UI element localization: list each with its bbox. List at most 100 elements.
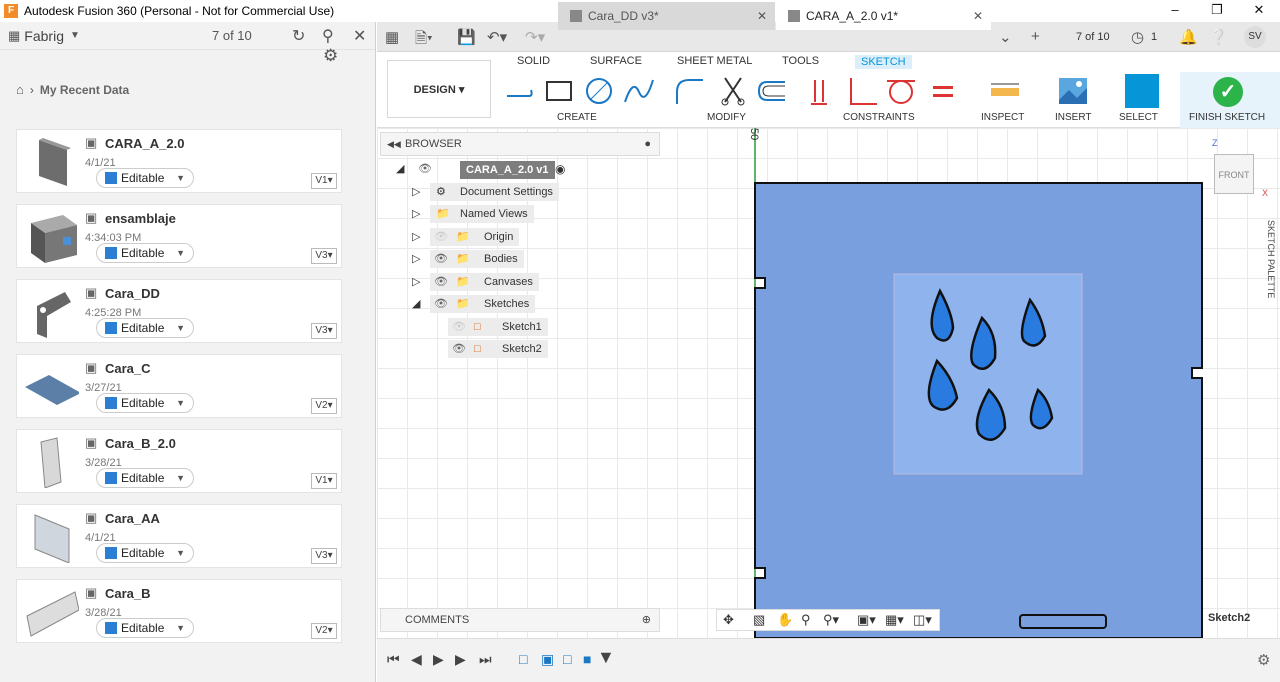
hidden-eye-icon[interactable]: 👁 (434, 228, 448, 246)
version-dropdown[interactable]: V2▾ (311, 398, 337, 414)
help-icon[interactable]: ❔ (1209, 28, 1228, 46)
home-icon[interactable]: ⌂ (16, 82, 24, 97)
expand-icon[interactable]: ▷ (412, 252, 420, 265)
save-icon[interactable]: 💾 (457, 28, 476, 46)
visibility-eye-icon[interactable]: 👁 (434, 295, 448, 313)
list-item[interactable]: ▣ Cara_B_2.0 3/28/21 Editable ▼ V1▾ (16, 429, 342, 493)
offset-icon[interactable] (755, 76, 787, 106)
refresh-icon[interactable]: ↻ (292, 26, 305, 46)
insert-image-icon[interactable] (1057, 76, 1089, 106)
version-dropdown[interactable]: V3▾ (311, 248, 337, 264)
file-menu-icon[interactable]: 🗎▾ (415, 28, 433, 53)
notifications-icon[interactable]: 🔔 (1179, 28, 1198, 46)
sketch-palette-tab[interactable]: SKETCH PALETTE (1258, 220, 1276, 320)
design-name[interactable]: ensamblaje (105, 211, 176, 226)
browser-item-origin[interactable]: 👁 📁 Origin (430, 228, 520, 246)
go-to-start-icon[interactable]: ⏮ (387, 651, 400, 668)
visibility-eye-icon[interactable]: 👁 (418, 162, 432, 175)
zoom-window-icon[interactable]: ⚲▾ (823, 612, 839, 628)
activate-radio-icon[interactable]: ◉ (555, 162, 565, 176)
browser-item-named-views[interactable]: 📁 Named Views (430, 205, 534, 223)
design-name[interactable]: Cara_B_2.0 (105, 436, 176, 451)
design-name[interactable]: Cara_B (105, 586, 151, 601)
viewcube[interactable]: FRONT (1214, 154, 1254, 194)
job-status-icon[interactable]: ◷ (1131, 28, 1144, 46)
timeline-extrude-icon[interactable]: ▣ (541, 651, 554, 668)
editable-dropdown[interactable]: Editable ▼ (96, 468, 194, 488)
tab-tools[interactable]: TOOLS (782, 55, 819, 67)
version-dropdown[interactable]: V1▾ (311, 173, 337, 189)
circle-icon[interactable] (583, 76, 615, 106)
editable-dropdown[interactable]: Editable ▼ (96, 243, 194, 263)
tab-solid[interactable]: SOLID (517, 55, 550, 67)
design-name[interactable]: Cara_DD (105, 286, 160, 301)
list-item[interactable]: ▣ CARA_A_2.0 4/1/21 Editable ▼ V1▾ (16, 129, 342, 193)
design-name[interactable]: CARA_A_2.0 (105, 136, 184, 151)
root-toggle-icon[interactable]: ◢ (396, 162, 404, 175)
minimize-button[interactable]: – (1154, 0, 1196, 22)
editable-dropdown[interactable]: Editable ▼ (96, 543, 194, 563)
timeline-sketch-icon[interactable]: □ (563, 651, 571, 667)
data-panel-count[interactable]: 7 of 10 (212, 28, 252, 43)
list-item[interactable]: ▣ Cara_DD 4:25:28 PM Editable ▼ V3▾ (16, 279, 342, 343)
workspace-selector[interactable]: DESIGN ▾ (387, 60, 491, 118)
orbit-icon[interactable]: ✥ (723, 612, 734, 628)
add-comment-icon[interactable]: ⊕ (642, 609, 651, 631)
visibility-eye-icon[interactable]: 👁 (452, 340, 466, 358)
tab-surface[interactable]: SURFACE (590, 55, 642, 67)
tab-cara-a[interactable]: CARA_A_2.0 v1* ✕ (776, 2, 991, 30)
visibility-eye-icon[interactable]: 👁 (434, 273, 448, 291)
tab-count[interactable]: 7 of 10 (1076, 31, 1110, 43)
browser-root[interactable]: CARA_A_2.0 v1 (460, 161, 555, 179)
grid-settings-icon[interactable]: ▦▾ (885, 612, 904, 628)
maximize-button[interactable]: ❐ (1196, 0, 1238, 22)
version-dropdown[interactable]: V3▾ (311, 548, 337, 564)
step-forward-icon[interactable]: ▶ (455, 651, 466, 668)
user-avatar[interactable]: SV (1244, 26, 1266, 48)
coincident-icon[interactable] (807, 76, 839, 106)
insert-group-label[interactable]: INSERT (1055, 112, 1092, 123)
editable-dropdown[interactable]: Editable ▼ (96, 168, 194, 188)
expand-icon[interactable]: ▷ (412, 230, 420, 243)
go-to-end-icon[interactable]: ⏭ (479, 651, 492, 668)
line-icon[interactable] (503, 76, 535, 106)
design-name[interactable]: Cara_AA (105, 511, 160, 526)
equal-icon[interactable] (927, 76, 959, 106)
browser-item-bodies[interactable]: 👁 📁 Bodies (430, 250, 524, 268)
browser-item-document-settings[interactable]: ⚙ Document Settings (430, 183, 559, 201)
trim-icon[interactable] (717, 76, 749, 106)
version-dropdown[interactable]: V1▾ (311, 473, 337, 489)
close-tab-icon[interactable]: ✕ (757, 2, 767, 30)
search-icon[interactable]: ⚲ (322, 26, 334, 46)
create-group-label[interactable]: CREATE (557, 112, 597, 123)
expand-icon[interactable]: ▷ (412, 207, 420, 220)
measure-icon[interactable] (989, 76, 1021, 106)
timeline-canvas-icon[interactable]: ■ (583, 651, 591, 667)
tangent-icon[interactable] (885, 76, 917, 106)
browser-item-sketch2[interactable]: 👁 □ Sketch2 (448, 340, 548, 358)
tab-cara-dd[interactable]: Cara_DD v3* ✕ (558, 2, 775, 30)
collapse-icon[interactable]: ◀◀ (387, 133, 401, 155)
chevron-down-icon[interactable]: ▼ (70, 30, 80, 41)
close-icon[interactable]: ✕ (353, 26, 366, 46)
editable-dropdown[interactable]: Editable ▼ (96, 318, 194, 338)
expand-icon[interactable]: ▷ (412, 185, 420, 198)
display-settings-icon[interactable]: ▣▾ (857, 612, 876, 628)
browser-item-sketch1[interactable]: 👁 □ Sketch1 (448, 318, 548, 336)
list-item[interactable]: ▣ Cara_C 3/27/21 Editable ▼ V2▾ (16, 354, 342, 418)
modify-group-label[interactable]: MODIFY (707, 112, 746, 123)
rectangle-icon[interactable] (543, 76, 575, 106)
visibility-eye-icon[interactable]: 👁 (434, 250, 448, 268)
expand-icon[interactable]: ▷ (412, 275, 420, 288)
list-item[interactable]: ▣ ensamblaje 4:34:03 PM Editable ▼ V3▾ (16, 204, 342, 268)
pan-icon[interactable]: ✋ (777, 612, 793, 628)
settings-gear-icon[interactable]: ⚙ (323, 46, 338, 66)
project-selector[interactable]: Fabrig (24, 28, 64, 44)
new-tab-icon[interactable]: + (1031, 28, 1040, 45)
inspect-group-label[interactable]: INSPECT (981, 112, 1024, 123)
editable-dropdown[interactable]: Editable ▼ (96, 393, 194, 413)
viewports-icon[interactable]: ◫▾ (913, 612, 932, 628)
select-group-label[interactable]: SELECT (1119, 112, 1158, 123)
more-tabs-icon[interactable]: ⌄ (999, 28, 1012, 46)
breadcrumb-recent[interactable]: My Recent Data (40, 83, 129, 97)
